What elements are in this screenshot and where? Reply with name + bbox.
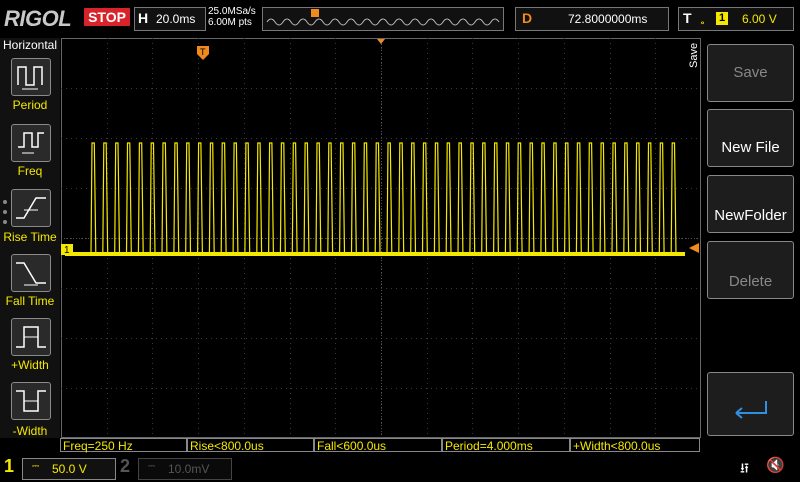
measurement-rise[interactable]: Rise<800.0us <box>187 438 314 453</box>
memory-overview-waveform-icon <box>266 9 500 26</box>
new-folder-button[interactable]: NewFolder <box>707 175 794 233</box>
center-time-marker <box>377 39 385 44</box>
trigger-label: T <box>683 10 692 26</box>
channel-2-number[interactable]: 2 <box>120 456 130 477</box>
delay-value: 72.8000000ms <box>568 12 648 26</box>
enter-icon <box>735 401 767 419</box>
rising-edge-icon: ˳ <box>700 8 705 25</box>
speaker-muted-icon[interactable]: 🔇 <box>766 456 785 474</box>
delete-button[interactable]: Delete <box>707 241 794 299</box>
sample-rate: 25.0MSa/s <box>208 6 256 17</box>
run-stop-indicator[interactable]: STOP <box>84 8 130 26</box>
trigger-position-label: T <box>200 47 206 57</box>
brand-logo: RIGOL <box>4 6 72 31</box>
fall-time-button[interactable] <box>11 254 51 292</box>
save-button[interactable]: Save <box>707 44 794 102</box>
save-menu-label: Save <box>688 42 700 68</box>
minus-width-label: -Width <box>12 424 48 438</box>
channel-1-scale: 50.0 V <box>52 462 87 476</box>
minus-width-button[interactable] <box>11 382 51 420</box>
left-menu-title: Horizontal <box>2 38 58 52</box>
freq-button[interactable] <box>11 124 51 162</box>
waveform-display[interactable]: 1T <box>61 38 701 438</box>
trigger-source: 1 <box>716 12 728 25</box>
period-icon <box>17 66 43 90</box>
plus-width-button[interactable] <box>11 318 51 356</box>
channel-1-number[interactable]: 1 <box>4 456 14 477</box>
fall-time-label: Fall Time <box>5 294 55 308</box>
menu-page-dot <box>3 220 7 224</box>
usb-icon: ⭿ <box>740 460 750 476</box>
channel-1-coupling: ⎓ <box>32 461 40 471</box>
minus-width-icon <box>16 390 46 412</box>
channel-2-scale: 10.0mV <box>168 462 210 476</box>
channel-1-marker-text: 1 <box>64 245 70 256</box>
channel-1-baseline <box>65 252 685 256</box>
freq-icon <box>18 132 44 154</box>
memory-trigger-marker <box>311 9 319 17</box>
delay-label: D <box>522 10 533 26</box>
timebase-label: H <box>138 10 149 26</box>
measurement-period[interactable]: Period=4.000ms <box>442 438 570 453</box>
menu-page-dot <box>3 210 7 214</box>
rise-time-button[interactable] <box>11 189 51 227</box>
acquisition-info: 25.0MSa/s 6.00M pts <box>208 6 256 28</box>
channel-1-waveform <box>65 142 685 255</box>
period-label: Period <box>12 98 48 112</box>
memory-overview[interactable] <box>262 7 504 31</box>
memory-depth: 6.00M pts <box>208 17 252 28</box>
channel-2-coupling: ⎓ <box>148 461 156 471</box>
channel-1-marker: 1 <box>61 244 73 256</box>
fall-time-icon <box>16 262 46 286</box>
measurement-freq[interactable]: Freq=250 Hz <box>60 438 187 453</box>
rise-time-label: Rise Time <box>3 230 57 244</box>
trigger-level-marker <box>689 243 699 253</box>
measurement-plus-width[interactable]: +Width<800.0us <box>570 438 700 453</box>
menu-page-dot <box>3 200 7 204</box>
measurement-fall[interactable]: Fall<600.0us <box>314 438 442 453</box>
timebase-value: 20.0ms <box>156 12 196 26</box>
waveform-grid: 1T <box>61 38 701 438</box>
rise-time-icon <box>16 197 46 219</box>
trigger-level: 6.00 V <box>742 12 777 26</box>
plus-width-icon <box>16 326 46 348</box>
new-file-button[interactable]: New File <box>707 109 794 167</box>
enter-button[interactable] <box>707 372 794 436</box>
plus-width-label: +Width <box>11 358 49 372</box>
period-button[interactable] <box>11 58 51 96</box>
freq-label: Freq <box>17 164 43 178</box>
